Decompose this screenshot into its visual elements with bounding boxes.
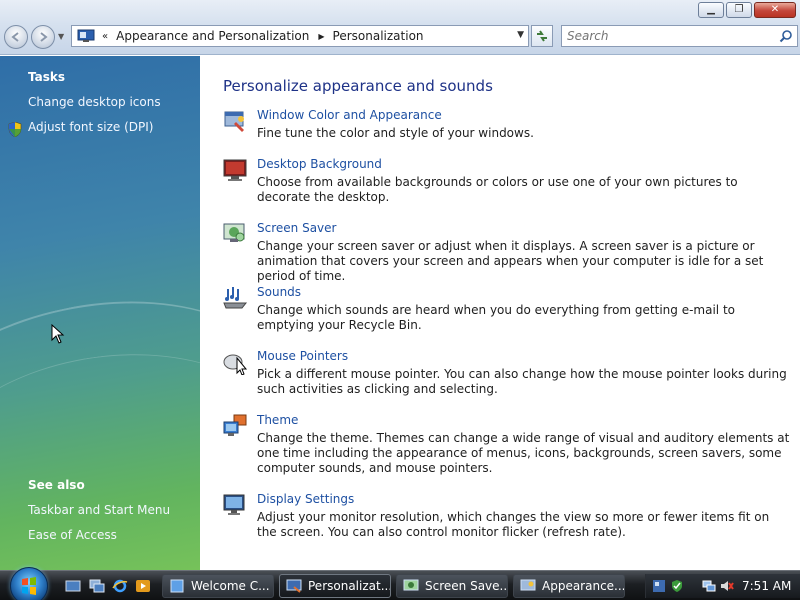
address-bar[interactable]: « Appearance and Personalization ▶ Perso… <box>71 25 529 47</box>
personalization-option: Mouse Pointers Pick a different mouse po… <box>222 349 792 403</box>
taskbar-button[interactable]: Welcome C... <box>162 574 274 598</box>
back-button[interactable] <box>4 25 28 49</box>
display-settings-link[interactable]: Display Settings <box>257 492 354 506</box>
ease-of-access-link[interactable]: Ease of Access <box>28 528 117 542</box>
sounds-description: Change which sounds are heard when you d… <box>257 303 735 332</box>
screen-saver-icon[interactable] <box>222 221 248 247</box>
breadcrumb-separator-icon[interactable]: ▶ <box>318 32 324 41</box>
breadcrumb-personalization[interactable]: Personalization <box>333 29 424 43</box>
mouse-cursor-icon <box>51 324 65 344</box>
desktop-background-link[interactable]: Desktop Background <box>257 157 382 171</box>
switch-windows-icon[interactable] <box>89 579 105 593</box>
personalization-option: Desktop Background Choose from available… <box>222 157 792 211</box>
screen-saver-icon <box>403 579 419 591</box>
mouse-pointers-icon[interactable] <box>222 349 248 375</box>
theme-link[interactable]: Theme <box>257 413 298 427</box>
desktop-background-description: Choose from available backgrounds or col… <box>257 175 738 204</box>
taskbar-button-label: Appearance... <box>542 579 625 593</box>
desktop-background-icon[interactable] <box>222 157 248 183</box>
personalization-option: Theme Change the theme. Themes can chang… <box>222 413 792 483</box>
main-content: Personalize appearance and sounds Window… <box>200 56 800 570</box>
mouse-pointers-description: Pick a different mouse pointer. You can … <box>257 367 787 396</box>
taskbar-button-label: Personalizat... <box>308 579 391 593</box>
welcome-center-icon <box>170 579 184 593</box>
window-titlebar: ▁ ❐ ✕ ▼ « Appearance and Personalization… <box>0 0 800 55</box>
taskbar: Welcome C... Personalizat... Screen Save… <box>0 567 800 600</box>
theme-description: Change the theme. Themes can change a wi… <box>257 431 790 475</box>
window-color-icon[interactable] <box>222 108 248 134</box>
uac-shield-icon <box>8 122 22 137</box>
search-icon[interactable] <box>779 29 793 43</box>
minimize-icon: ▁ <box>707 4 715 15</box>
network-icon[interactable] <box>702 579 716 593</box>
window-color-link[interactable]: Window Color and Appearance <box>257 108 442 122</box>
forward-button[interactable] <box>31 25 55 49</box>
notification-area: 7:51 AM <box>645 574 800 598</box>
system-clock[interactable]: 7:51 AM <box>742 579 791 593</box>
address-dropdown-icon[interactable]: ▼ <box>517 30 524 40</box>
personalization-icon <box>286 579 302 593</box>
close-icon: ✕ <box>770 4 780 15</box>
task-pane: Tasks Change desktop icons Adjust font s… <box>0 56 200 570</box>
display-settings-description: Adjust your monitor resolution, which ch… <box>257 510 770 539</box>
taskbar-button[interactable]: Screen Save... <box>396 574 508 598</box>
security-center-icon[interactable] <box>670 579 684 593</box>
close-button[interactable]: ✕ <box>754 2 796 18</box>
maximize-icon: ❐ <box>734 4 744 15</box>
breadcrumb-overflow-icon[interactable]: « <box>102 31 108 42</box>
sounds-link[interactable]: Sounds <box>257 285 301 299</box>
see-also-heading: See also <box>28 478 85 492</box>
breadcrumb-appearance[interactable]: Appearance and Personalization <box>116 29 309 43</box>
taskbar-button[interactable]: Personalizat... <box>279 574 391 598</box>
window-color-description: Fine tune the color and style of your wi… <box>257 126 534 140</box>
tasks-heading: Tasks <box>28 70 66 84</box>
screen-saver-description: Change your screen saver or adjust when … <box>257 239 764 283</box>
internet-explorer-icon[interactable] <box>112 579 128 593</box>
screen-saver-link[interactable]: Screen Saver <box>257 221 336 235</box>
personalization-option: Screen Saver Change your screen saver or… <box>222 221 792 283</box>
page-title: Personalize appearance and sounds <box>223 77 493 95</box>
minimize-button[interactable]: ▁ <box>698 2 724 18</box>
sidebar-gadgets-icon[interactable] <box>652 579 666 593</box>
start-button[interactable] <box>10 567 48 600</box>
sounds-icon[interactable] <box>222 285 248 311</box>
media-player-icon[interactable] <box>135 579 151 593</box>
mouse-pointers-link[interactable]: Mouse Pointers <box>257 349 348 363</box>
recent-pages-dropdown-icon[interactable]: ▼ <box>58 32 64 41</box>
personalization-option: Window Color and Appearance Fine tune th… <box>222 108 792 148</box>
back-arrow-icon <box>11 32 19 42</box>
personalization-option: Display Settings Adjust your monitor res… <box>222 492 792 546</box>
display-settings-icon[interactable] <box>222 492 248 518</box>
adjust-font-size-link[interactable]: Adjust font size (DPI) <box>28 120 153 134</box>
volume-muted-icon[interactable] <box>720 579 734 593</box>
show-desktop-icon[interactable] <box>65 579 81 593</box>
refresh-button[interactable] <box>531 25 553 47</box>
taskbar-button-label: Screen Save... <box>425 579 508 593</box>
search-box[interactable] <box>561 25 798 47</box>
windows-logo-icon <box>22 577 36 595</box>
appearance-icon <box>520 579 536 591</box>
change-desktop-icons-link[interactable]: Change desktop icons <box>28 95 161 109</box>
search-input[interactable] <box>567 29 767 43</box>
control-panel-icon <box>77 29 95 42</box>
forward-arrow-icon <box>40 32 48 42</box>
taskbar-start-menu-link[interactable]: Taskbar and Start Menu <box>28 503 170 517</box>
personalization-option: Sounds Change which sounds are heard whe… <box>222 285 792 339</box>
maximize-button[interactable]: ❐ <box>726 2 752 18</box>
theme-icon[interactable] <box>222 413 248 439</box>
refresh-icon <box>537 30 547 42</box>
taskbar-button-label: Welcome C... <box>191 579 270 593</box>
window-controls: ▁ ❐ ✕ <box>698 2 796 18</box>
taskbar-button[interactable]: Appearance... <box>513 574 625 598</box>
